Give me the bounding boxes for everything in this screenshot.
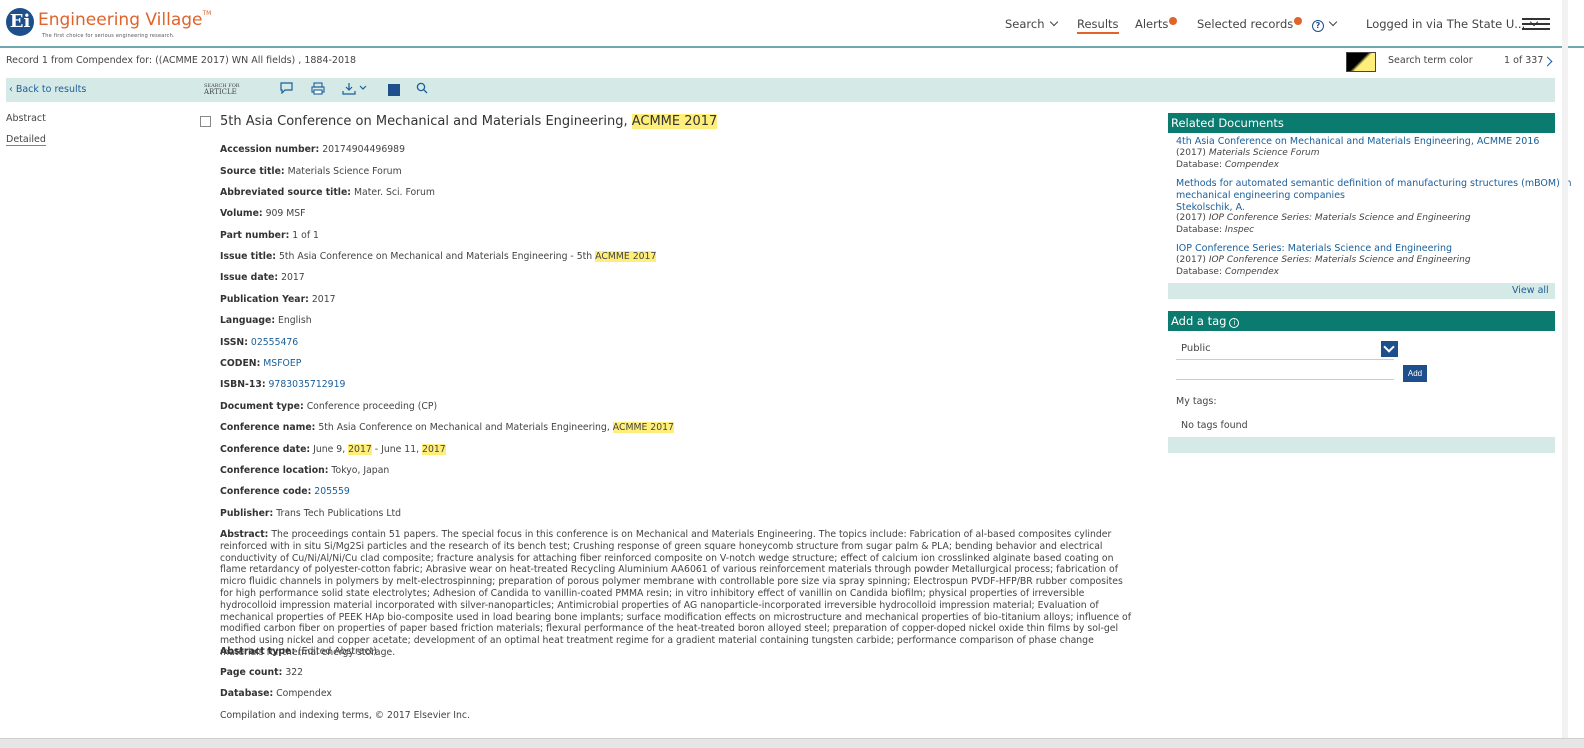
- field-volume: Volume: 909 MSF: [220, 208, 306, 219]
- field-abstract: Abstract: The proceedings contain 51 pap…: [220, 529, 1131, 658]
- field-conference-date: Conference date: June 9, 2017 - June 11,…: [220, 444, 446, 455]
- related-doc-2-link-cont[interactable]: mechanical engineering companies: [1176, 190, 1345, 201]
- related-doc-2-author[interactable]: Stekolschik, A.: [1176, 202, 1245, 213]
- related-documents-heading: Related Documents: [1168, 113, 1555, 133]
- vertical-scrollbar[interactable]: [1562, 0, 1568, 738]
- nav-help[interactable]: ?: [1312, 17, 1338, 32]
- app-title[interactable]: Engineering VillageTM: [38, 10, 211, 30]
- related-doc-1-link[interactable]: 4th Asia Conference on Mechanical and Ma…: [1176, 136, 1539, 147]
- field-conference-code: Conference code: 205559: [220, 486, 350, 497]
- record-pager: 1 of 337: [1504, 55, 1544, 66]
- search-term-color-label: Search term color: [1388, 55, 1473, 66]
- conference-code-link[interactable]: 205559: [314, 486, 350, 497]
- my-tags-label: My tags:: [1176, 396, 1217, 407]
- field-abbreviated-source-title: Abbreviated source title: Mater. Sci. Fo…: [220, 187, 435, 198]
- ei-logo-icon[interactable]: Ei: [6, 8, 34, 36]
- field-page-count: Page count: 322: [220, 667, 304, 678]
- tag-input[interactable]: [1176, 366, 1394, 380]
- field-accession-number: Accession number: 20174904496989: [220, 144, 405, 155]
- chevron-down-icon[interactable]: [1381, 341, 1398, 357]
- field-issn: ISSN: 02555476: [220, 337, 299, 348]
- horizontal-scrollbar[interactable]: [0, 738, 1584, 748]
- view-all-related-link[interactable]: View all: [1512, 285, 1549, 296]
- menu-icon[interactable]: [1522, 18, 1550, 32]
- left-nav-detailed[interactable]: Detailed: [6, 134, 46, 146]
- isbn-link[interactable]: 9783035712919: [269, 379, 346, 390]
- add-tag-heading: Add a tag i: [1168, 311, 1555, 331]
- nav-search[interactable]: Search: [1005, 17, 1058, 31]
- help-icon: ?: [1312, 20, 1324, 32]
- record-toolbar: ‹ Back to results SEARCH FOR ARTICLE: [6, 78, 1555, 102]
- field-coden: CODEN: MSFOEP: [220, 358, 302, 369]
- nav-selected-records[interactable]: Selected records: [1197, 17, 1303, 31]
- related-doc-3-source: (2017) IOP Conference Series: Materials …: [1176, 255, 1471, 265]
- field-publication-year: Publication Year: 2017: [220, 294, 336, 305]
- search-icon[interactable]: [416, 82, 428, 97]
- related-doc-2-link[interactable]: Methods for automated semantic definitio…: [1176, 178, 1572, 189]
- field-conference-location: Conference location: Tokyo, Japan: [220, 465, 390, 476]
- info-icon[interactable]: i: [1229, 318, 1240, 328]
- related-doc-2-source: (2017) IOP Conference Series: Materials …: [1176, 213, 1471, 223]
- tag-visibility-select[interactable]: Public: [1176, 340, 1394, 360]
- field-issue-date: Issue date: 2017: [220, 272, 305, 283]
- issn-link[interactable]: 02555476: [251, 337, 298, 348]
- nav-results[interactable]: Results: [1077, 17, 1119, 34]
- related-doc-3-db: Database: Compendex: [1176, 267, 1279, 277]
- select-record-checkbox[interactable]: [200, 116, 211, 127]
- related-doc-1-source: (2017) Materials Science Forum: [1176, 148, 1320, 158]
- field-issue-title: Issue title: 5th Asia Conference on Mech…: [220, 251, 657, 262]
- field-part-number: Part number: 1 of 1: [220, 230, 319, 241]
- download-icon[interactable]: [342, 82, 370, 97]
- back-to-results-link[interactable]: ‹ Back to results: [9, 84, 86, 95]
- chevron-down-icon: [1328, 17, 1338, 27]
- nav-login[interactable]: Logged in via The State U...: [1366, 17, 1539, 31]
- search-term-color-picker[interactable]: [1346, 52, 1376, 72]
- comment-icon[interactable]: [280, 82, 293, 97]
- copyright-note: Compilation and indexing terms, © 2017 E…: [220, 710, 470, 721]
- no-tags-message: No tags found: [1181, 420, 1248, 431]
- field-document-type: Document type: Conference proceeding (CP…: [220, 401, 438, 412]
- field-isbn13: ISBN-13: 9783035712919: [220, 379, 346, 390]
- top-header: Ei Engineering VillageTM The first choic…: [0, 0, 1584, 48]
- save-to-folder-icon[interactable]: [388, 84, 400, 96]
- record-title: 5th Asia Conference on Mechanical and Ma…: [220, 114, 718, 129]
- coden-link[interactable]: MSFOEP: [263, 358, 301, 369]
- field-source-title: Source title: Materials Science Forum: [220, 166, 402, 177]
- related-doc-2-db: Database: Inspec: [1176, 225, 1255, 235]
- next-record-icon[interactable]: [1542, 56, 1553, 67]
- left-nav-abstract[interactable]: Abstract: [6, 113, 46, 124]
- field-abstract-type: Abstract type: (Edited Abstract): [220, 646, 377, 657]
- record-info: Record 1 from Compendex for: ((ACMME 201…: [6, 55, 357, 66]
- alerts-badge-icon: [1169, 17, 1178, 25]
- app-tagline: The first choice for serious engineering…: [42, 33, 175, 39]
- related-doc-3-link[interactable]: IOP Conference Series: Materials Science…: [1176, 243, 1452, 254]
- print-icon[interactable]: [311, 82, 325, 97]
- related-doc-1-db: Database: Compendex: [1176, 160, 1279, 170]
- field-conference-name: Conference name: 5th Asia Conference on …: [220, 422, 674, 433]
- field-database: Database: Compendex: [220, 688, 332, 699]
- field-language: Language: English: [220, 315, 312, 326]
- chevron-down-icon: [1049, 17, 1058, 27]
- search-for-article-button[interactable]: SEARCH FOR ARTICLE: [204, 83, 240, 96]
- selected-badge-icon: [1294, 17, 1303, 25]
- add-tag-button[interactable]: Add: [1403, 365, 1427, 382]
- nav-alerts[interactable]: Alerts: [1135, 17, 1178, 31]
- field-publisher: Publisher: Trans Tech Publications Ltd: [220, 508, 402, 519]
